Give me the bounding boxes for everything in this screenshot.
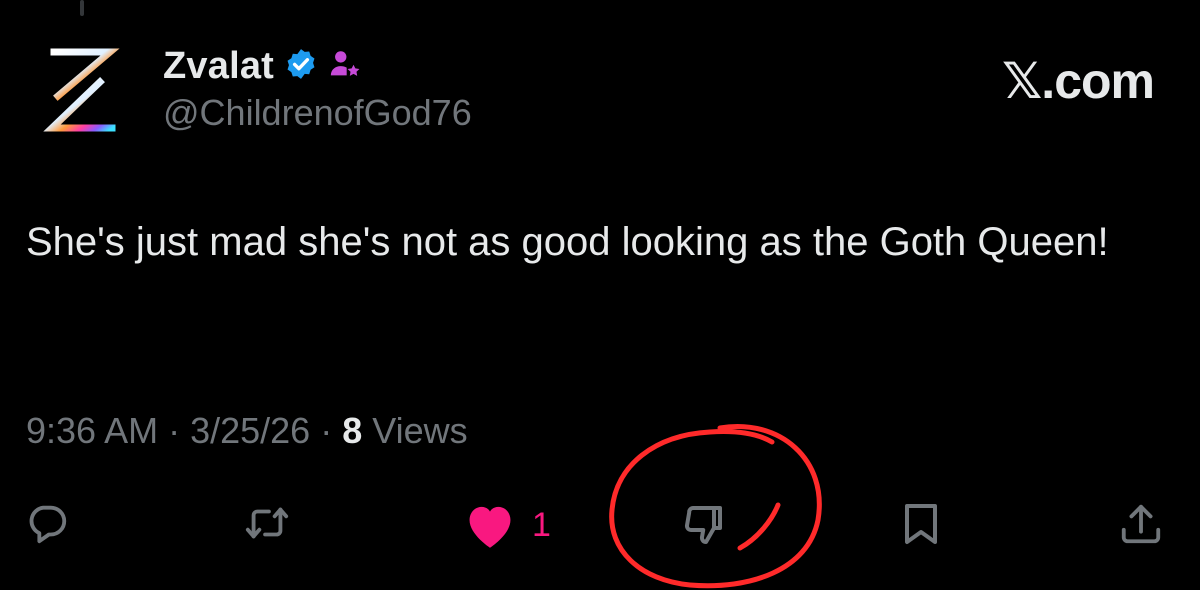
like-count: 1 <box>532 505 551 544</box>
x-com-watermark: 𝕏.com <box>1002 53 1155 109</box>
author-name-row: Zvalat <box>163 44 362 88</box>
dislike-button[interactable] <box>680 500 728 548</box>
avatar[interactable] <box>40 44 122 136</box>
bookmark-icon <box>905 504 937 544</box>
affiliate-user-star-icon <box>328 47 362 86</box>
heart-filled-icon <box>469 506 511 548</box>
views-label: Views <box>372 410 468 451</box>
z-logo-avatar-icon <box>43 48 120 132</box>
tweet-time[interactable]: 9:36 AM <box>26 410 158 452</box>
thumbs-down-icon <box>684 505 722 544</box>
bookmark-button[interactable] <box>900 500 942 548</box>
repost-icon <box>245 507 289 539</box>
share-button[interactable] <box>1118 500 1164 548</box>
tweet-action-bar: 1 <box>0 490 1200 560</box>
meta-separator: · <box>320 410 333 451</box>
author-display-name[interactable]: Zvalat <box>163 45 274 88</box>
share-icon <box>1121 504 1161 544</box>
tweet-date[interactable]: 3/25/26 <box>190 410 310 452</box>
tweet-text: She's just mad she's not as good looking… <box>26 220 1109 264</box>
verified-badge-icon <box>284 47 318 86</box>
views-count: 8 <box>342 410 363 451</box>
thread-connector-line <box>80 0 84 16</box>
author-handle[interactable]: @ChildrenofGod76 <box>163 92 472 134</box>
meta-separator: · <box>168 410 181 451</box>
tweet-meta: 9:36 AM · 3/25/26 · 8 Views <box>26 410 468 452</box>
like-button[interactable]: 1 <box>462 500 551 550</box>
reply-icon <box>29 505 67 544</box>
repost-button[interactable] <box>242 500 292 546</box>
reply-button[interactable] <box>24 500 70 546</box>
